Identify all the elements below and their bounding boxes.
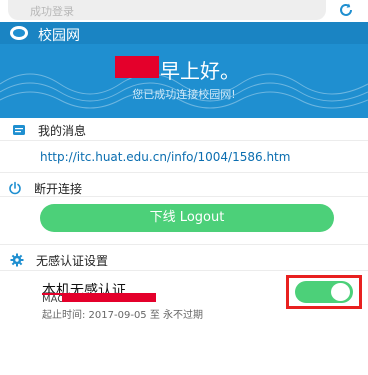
section-title-disconnect: 断开连接: [34, 182, 83, 196]
app-logo-icon: [10, 26, 28, 40]
redacted-mac-address: [62, 295, 156, 302]
divider: [0, 244, 368, 245]
message-link[interactable]: http://itc.huat.edu.cn/info/1004/1586.ht…: [40, 150, 290, 164]
url-bar[interactable]: 成功登录: [8, 0, 326, 20]
greeting-text: 早上好。: [160, 59, 240, 83]
app-title: 校园网: [38, 28, 80, 44]
power-icon: [9, 181, 21, 195]
section-title-messages: 我的消息: [38, 124, 87, 138]
refresh-icon[interactable]: [337, 1, 355, 19]
divider: [0, 270, 368, 271]
divider: [0, 140, 368, 141]
redacted-username: [115, 56, 159, 78]
header-banner: 校园网 早上好。 您已成功连接校园网!: [0, 22, 368, 118]
divider: [0, 172, 368, 173]
logout-button[interactable]: 下线 Logout: [40, 204, 334, 232]
divider: [0, 196, 368, 197]
message-icon: [13, 125, 25, 135]
gear-icon: [10, 253, 24, 267]
section-title-auth: 无感认证设置: [36, 254, 109, 268]
browser-toolbar: 成功登录: [0, 0, 368, 24]
validity-period: 起止时间: 2017-09-05 至 永不过期: [42, 310, 204, 321]
connection-status-text: 您已成功连接校园网!: [132, 88, 236, 101]
url-text: 成功登录: [30, 5, 74, 18]
toggle-knob[interactable]: [331, 283, 350, 301]
